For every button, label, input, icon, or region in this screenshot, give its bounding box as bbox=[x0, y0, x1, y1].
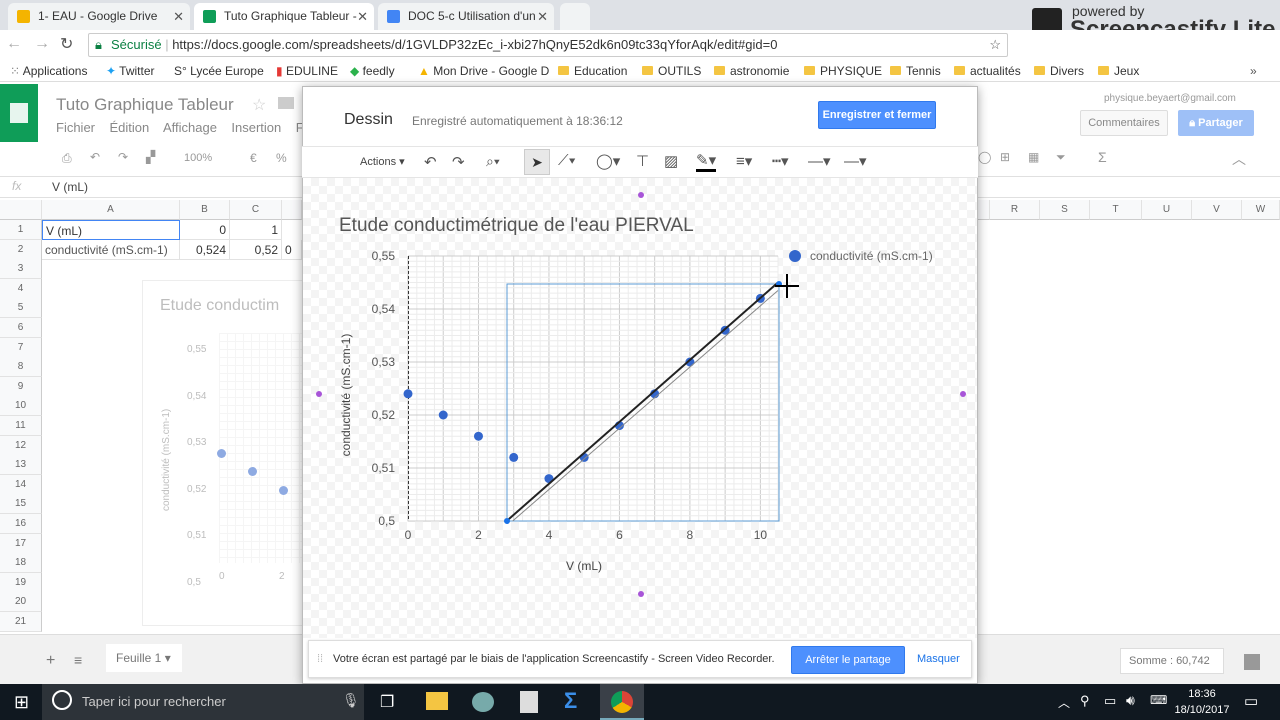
stop-sharing-button[interactable]: Arrêter le partage bbox=[791, 646, 905, 674]
data-point bbox=[509, 452, 519, 462]
resize-handle-left[interactable] bbox=[316, 391, 322, 397]
x-tick-label: 2 bbox=[475, 528, 482, 542]
network-icon[interactable]: ⚲ bbox=[1080, 693, 1090, 709]
battery-icon[interactable]: ▭ bbox=[1104, 693, 1116, 709]
drag-handle-icon[interactable]: ⁞⁞ bbox=[317, 653, 323, 665]
resize-handle-right[interactable] bbox=[960, 391, 966, 397]
chrome-icon bbox=[611, 691, 633, 713]
y-tick-label: 0,51 bbox=[372, 461, 396, 475]
y-axis-label: conductivité (mS.cm-1) bbox=[339, 334, 353, 457]
conductivity-chart[interactable]: Etude conductimétrique de l'eau PIERVAL … bbox=[0, 0, 1280, 720]
taskbar-search-box[interactable]: Taper ici pour rechercher 🎙︎ bbox=[42, 684, 364, 720]
line-endpoint-start[interactable] bbox=[504, 518, 510, 524]
chart-title: Etude conductimétrique de l'eau PIERVAL bbox=[339, 215, 694, 236]
x-tick-label: 4 bbox=[546, 528, 553, 542]
clock[interactable]: 18:36 18/10/2017 bbox=[1172, 686, 1232, 718]
legend-label: conductivité (mS.cm-1) bbox=[810, 249, 933, 263]
hide-link[interactable]: Masquer bbox=[917, 653, 960, 665]
calculator-icon[interactable] bbox=[520, 691, 538, 713]
notifications-icon[interactable]: ▭ bbox=[1244, 692, 1258, 710]
resize-handle-top[interactable] bbox=[638, 192, 644, 198]
x-tick-label: 10 bbox=[754, 528, 768, 542]
show-hidden-icons[interactable]: ︿ bbox=[1058, 694, 1070, 711]
data-point bbox=[473, 431, 483, 441]
cortana-icon bbox=[52, 690, 72, 710]
data-point bbox=[403, 389, 413, 399]
windows-taskbar: ⊞ Taper ici pour rechercher 🎙︎ ❐ Σ ︿ ⚲ ▭… bbox=[0, 684, 1280, 720]
data-point bbox=[438, 410, 448, 420]
legend-marker bbox=[789, 250, 801, 262]
app-icon[interactable] bbox=[472, 692, 494, 712]
x-axis-label: V (mL) bbox=[566, 559, 602, 573]
volume-icon[interactable]: 🔊︎ bbox=[1126, 692, 1135, 709]
resize-handle-bottom[interactable] bbox=[638, 591, 644, 597]
screen-share-bar: ⁞⁞ Votre écran est partagé par le biais … bbox=[308, 640, 972, 678]
y-tick-label: 0,52 bbox=[372, 408, 396, 422]
x-axis-ticks: 0 2 4 6 8 10 bbox=[405, 528, 768, 542]
x-tick-label: 8 bbox=[687, 528, 694, 542]
chrome-taskbar-button[interactable] bbox=[600, 684, 644, 720]
clock-date: 18/10/2017 bbox=[1174, 704, 1230, 716]
windows-start-icon[interactable]: ⊞ bbox=[14, 692, 29, 713]
y-tick-label: 0,55 bbox=[372, 249, 396, 263]
y-tick-label: 0,54 bbox=[372, 302, 396, 316]
x-tick-label: 6 bbox=[616, 528, 623, 542]
sigma-app-icon[interactable]: Σ bbox=[564, 688, 577, 714]
file-explorer-icon[interactable] bbox=[426, 692, 448, 710]
x-tick-label: 0 bbox=[405, 528, 412, 542]
data-point bbox=[579, 452, 589, 462]
y-axis-ticks: 0,5 0,51 0,52 0,53 0,54 0,55 bbox=[372, 249, 396, 528]
clock-time: 18:36 bbox=[1188, 688, 1216, 700]
microphone-icon[interactable]: 🎙︎ bbox=[342, 692, 360, 709]
task-view-icon[interactable]: ❐ bbox=[380, 692, 394, 712]
share-message: Votre écran est partagé par le biais de … bbox=[333, 653, 775, 665]
ime-icon[interactable]: ⌨ bbox=[1150, 693, 1167, 707]
search-placeholder: Taper ici pour rechercher bbox=[82, 694, 226, 709]
y-tick-label: 0,5 bbox=[378, 514, 395, 528]
y-tick-label: 0,53 bbox=[372, 355, 396, 369]
